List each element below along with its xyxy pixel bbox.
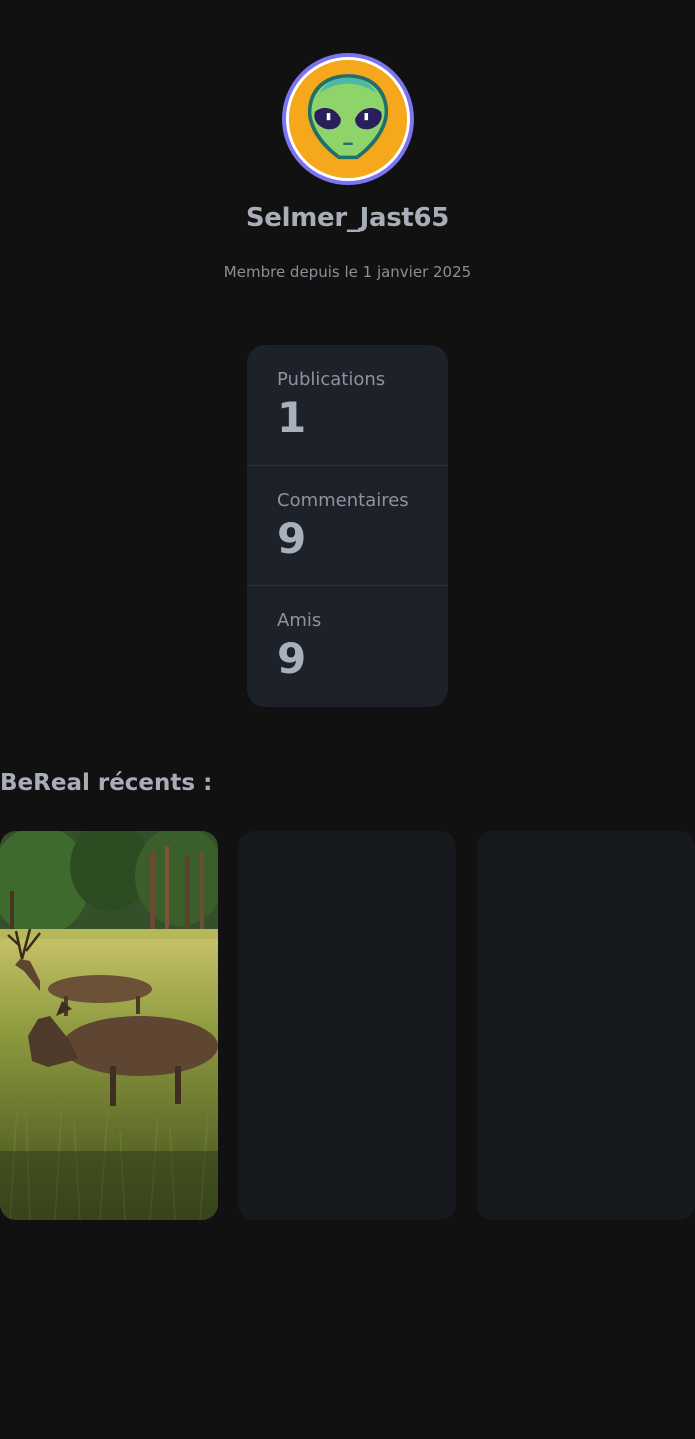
stat-value: 9	[277, 634, 307, 683]
alien-icon	[289, 60, 407, 178]
bereal-tile-empty[interactable]	[238, 831, 456, 1220]
stats-card: Publications 1 Commentaires 9 Amis 9	[247, 345, 448, 707]
stat-label: Commentaires	[277, 490, 409, 511]
bereal-tile-photo[interactable]	[0, 831, 218, 1220]
stat-label: Amis	[277, 610, 322, 631]
member-since: Membre depuis le 1 janvier 2025	[223, 263, 472, 281]
bereal-tile-empty[interactable]	[477, 831, 695, 1220]
stat-value: 9	[277, 514, 307, 563]
stat-comments: Commentaires 9	[247, 465, 448, 585]
stat-label: Publications	[277, 369, 386, 390]
stat-friends: Amis 9	[247, 585, 448, 705]
recent-bereal-title: BeReal récents :	[0, 770, 213, 796]
profile-page: Selmer_Jast65 Membre depuis le 1 janvier…	[0, 0, 695, 1439]
avatar[interactable]	[282, 53, 414, 185]
stat-publications: Publications 1	[247, 345, 448, 465]
stat-value: 1	[277, 393, 307, 442]
username: Selmer_Jast65	[245, 203, 450, 233]
